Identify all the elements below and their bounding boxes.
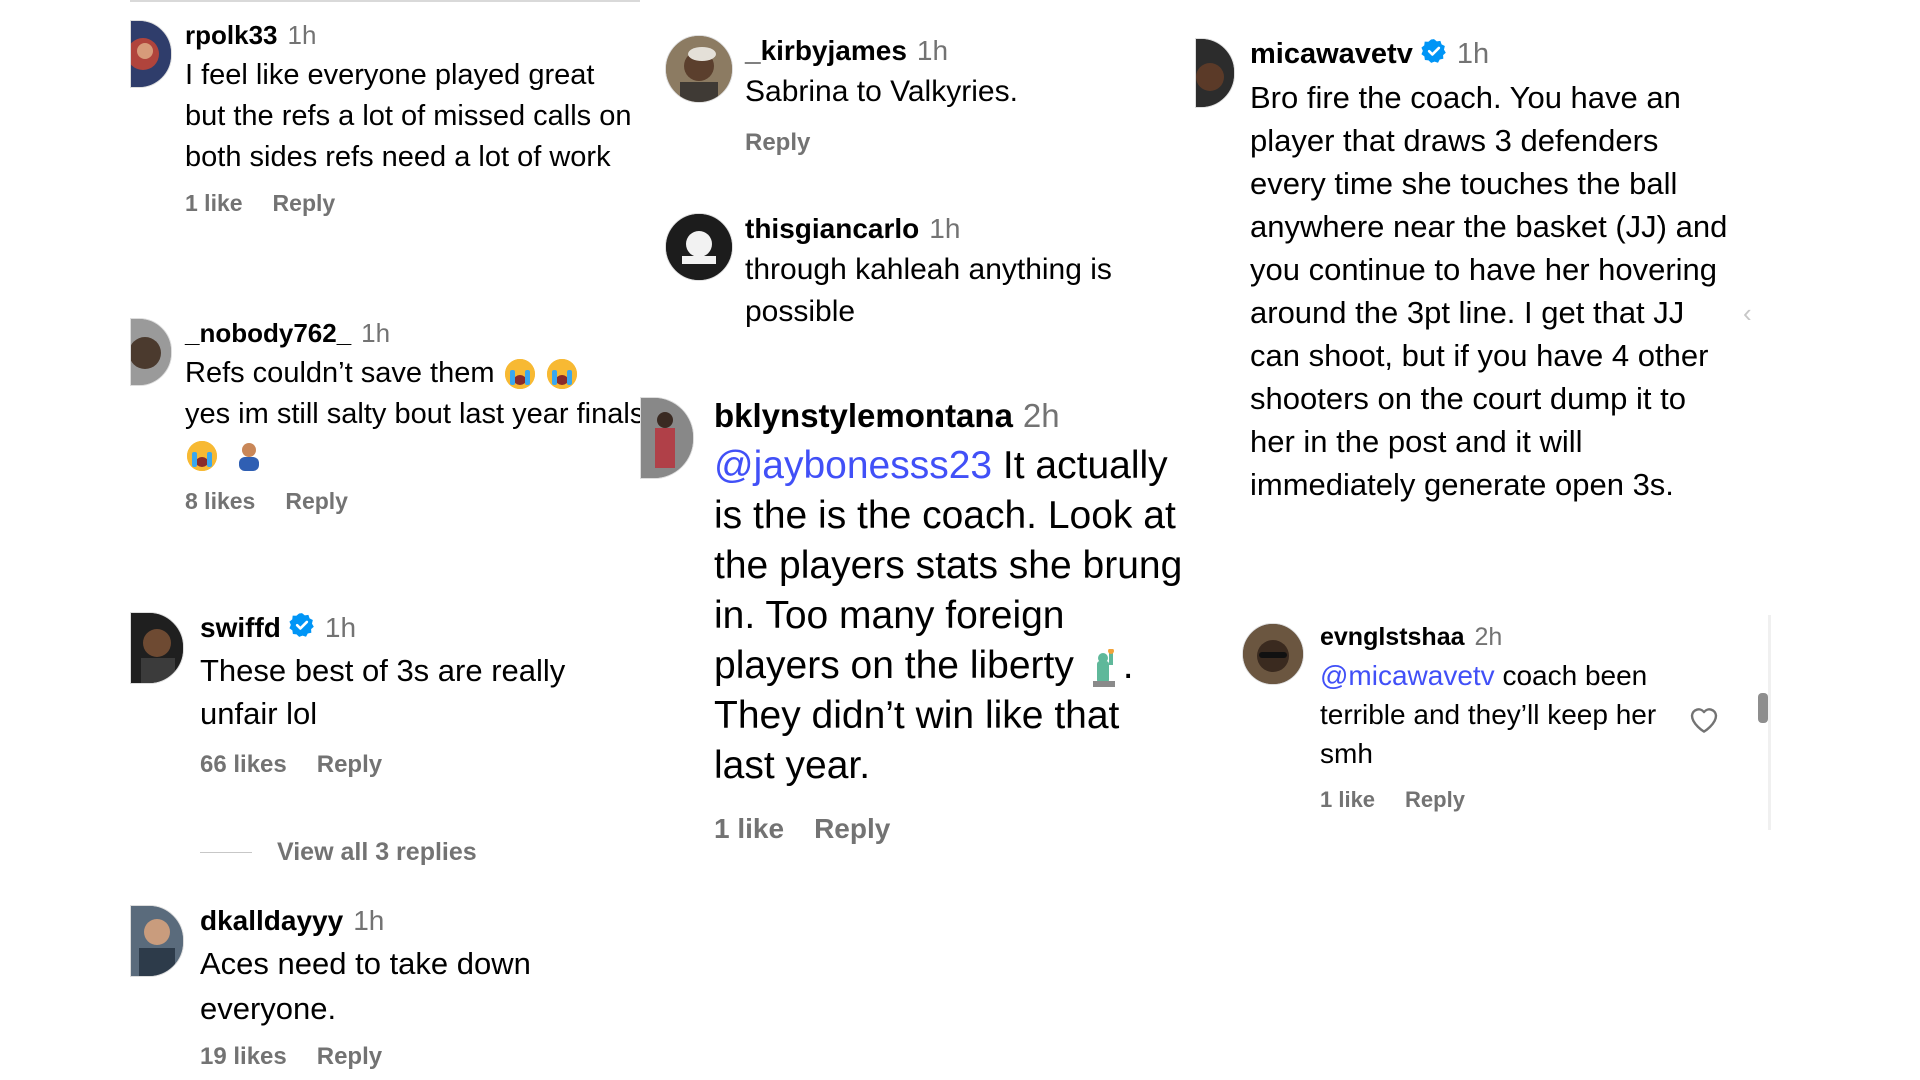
reply-button[interactable]: Reply [285, 488, 348, 514]
comment-rpolk33: rpolk33 1h I feel like everyone played g… [130, 20, 650, 280]
username[interactable]: evnglstshaa [1320, 623, 1465, 652]
username[interactable]: rpolk33 [185, 20, 278, 51]
username[interactable]: bklynstylemontana [714, 397, 1013, 435]
username[interactable]: swiffd [200, 612, 281, 644]
likes-count[interactable]: 66 likes [200, 751, 287, 778]
timestamp[interactable]: 1h [917, 35, 948, 67]
timestamp[interactable]: 2h [1475, 623, 1503, 652]
comment-actions: 8 likes Reply [185, 488, 655, 515]
comment-actions: 1 like Reply [185, 190, 655, 217]
avatar[interactable] [1195, 38, 1235, 108]
timestamp[interactable]: 1h [353, 905, 384, 937]
comment-nobody762: _nobody762_ 1h Refs couldn’t save them y… [130, 318, 650, 538]
comment-actions: 66 likes Reply [200, 751, 650, 779]
view-replies-button[interactable]: View all 3 replies [200, 838, 477, 867]
loudly-crying-face-emoji [546, 359, 577, 390]
reply-button[interactable]: Reply [317, 751, 382, 778]
comment-actions: 19 likes Reply [200, 1043, 650, 1071]
timestamp[interactable]: 1h [929, 213, 960, 245]
mention-link[interactable]: @jaybonesss23 [714, 444, 992, 487]
comment-text: through kahleah anything is possible [745, 253, 1112, 328]
comment-text: Aces need to take down everyone. [200, 946, 531, 1026]
reply-button[interactable]: Reply [317, 1043, 382, 1070]
view-replies-line [200, 852, 252, 853]
comment-actions: Reply [745, 129, 1185, 157]
comment-text: I feel like everyone played great but th… [185, 59, 632, 173]
avatar[interactable] [130, 20, 172, 88]
username[interactable]: dkalldayyy [200, 905, 343, 937]
verified-badge-icon [1421, 38, 1447, 72]
top-divider [130, 0, 640, 2]
person-emoji [235, 441, 263, 472]
timestamp[interactable]: 1h [288, 20, 317, 51]
comment-text: Bro fire the coach. You have an player t… [1250, 80, 1728, 502]
comment-text: Sabrina to Valkyries. [745, 75, 1018, 108]
chevron-left-icon[interactable]: ‹ [1743, 298, 1752, 329]
loudly-crying-face-emoji [187, 441, 217, 472]
comment-actions: 1 like Reply [714, 813, 1194, 845]
avatar[interactable] [1242, 623, 1304, 685]
comment-actions: 1 like Reply [1320, 787, 1720, 813]
reply-button[interactable]: Reply [814, 813, 890, 844]
avatar[interactable] [130, 318, 172, 386]
comment-dkalldayyy: dkalldayyy 1h Aces need to take down eve… [130, 905, 650, 1075]
comment-text: @micawavetv coach been terrible and they… [1320, 656, 1700, 773]
timestamp[interactable]: 1h [1457, 38, 1489, 71]
heart-icon[interactable] [1688, 704, 1720, 739]
likes-count[interactable]: 8 likes [185, 488, 255, 514]
timestamp[interactable]: 1h [361, 318, 390, 349]
likes-count[interactable]: 1 like [1320, 787, 1375, 812]
mention-link[interactable]: @micawavetv [1320, 660, 1495, 691]
comment-text: @jaybonesss23 It actually is the is the … [714, 441, 1184, 791]
avatar[interactable] [130, 905, 184, 977]
username[interactable]: micawavetv [1250, 38, 1413, 71]
reply-button[interactable]: Reply [745, 129, 810, 156]
comment-swiffd: swiffd 1h These best of 3s are really un… [130, 612, 650, 802]
likes-count[interactable]: 1 like [185, 190, 243, 216]
likes-count[interactable]: 1 like [714, 813, 784, 844]
reply-button[interactable]: Reply [273, 190, 336, 216]
username[interactable]: _nobody762_ [185, 318, 351, 349]
comment-text: Refs couldn’t save them yes im still sal… [185, 353, 645, 476]
avatar[interactable] [665, 35, 733, 103]
username[interactable]: _kirbyjames [745, 35, 907, 67]
comment-text-part: yes im still salty bout last year finals [185, 398, 645, 430]
comment-text-part: Refs couldn’t save them [185, 357, 495, 389]
scrollbar-thumb[interactable] [1758, 693, 1768, 723]
comment-micawavetv: micawavetv 1h Bro fire the coach. You ha… [1195, 38, 1740, 558]
statue-of-liberty-emoji [1087, 647, 1121, 687]
likes-count[interactable]: 19 likes [200, 1043, 287, 1070]
view-replies-label[interactable]: View all 3 replies [277, 838, 477, 867]
timestamp[interactable]: 1h [325, 612, 356, 644]
avatar[interactable] [130, 612, 184, 684]
avatar[interactable] [665, 213, 733, 281]
comment-evnglstshaa: evnglstshaa 2h @micawavetv coach been te… [1242, 623, 1742, 823]
avatar[interactable] [640, 397, 694, 479]
loudly-crying-face-emoji [504, 359, 535, 390]
comment-thisgiancarlo: thisgiancarlo 1h through kahleah anythin… [665, 213, 1185, 343]
reply-button[interactable]: Reply [1405, 787, 1465, 812]
verified-badge-icon [289, 612, 315, 645]
timestamp[interactable]: 2h [1023, 397, 1060, 435]
comment-bklynstylemontana: bklynstylemontana 2h @jaybonesss23 It ac… [640, 397, 1200, 867]
username[interactable]: thisgiancarlo [745, 213, 919, 245]
comment-kirbyjames: _kirbyjames 1h Sabrina to Valkyries. Rep… [665, 35, 1185, 185]
comment-text: These best of 3s are really unfair lol [200, 653, 566, 731]
